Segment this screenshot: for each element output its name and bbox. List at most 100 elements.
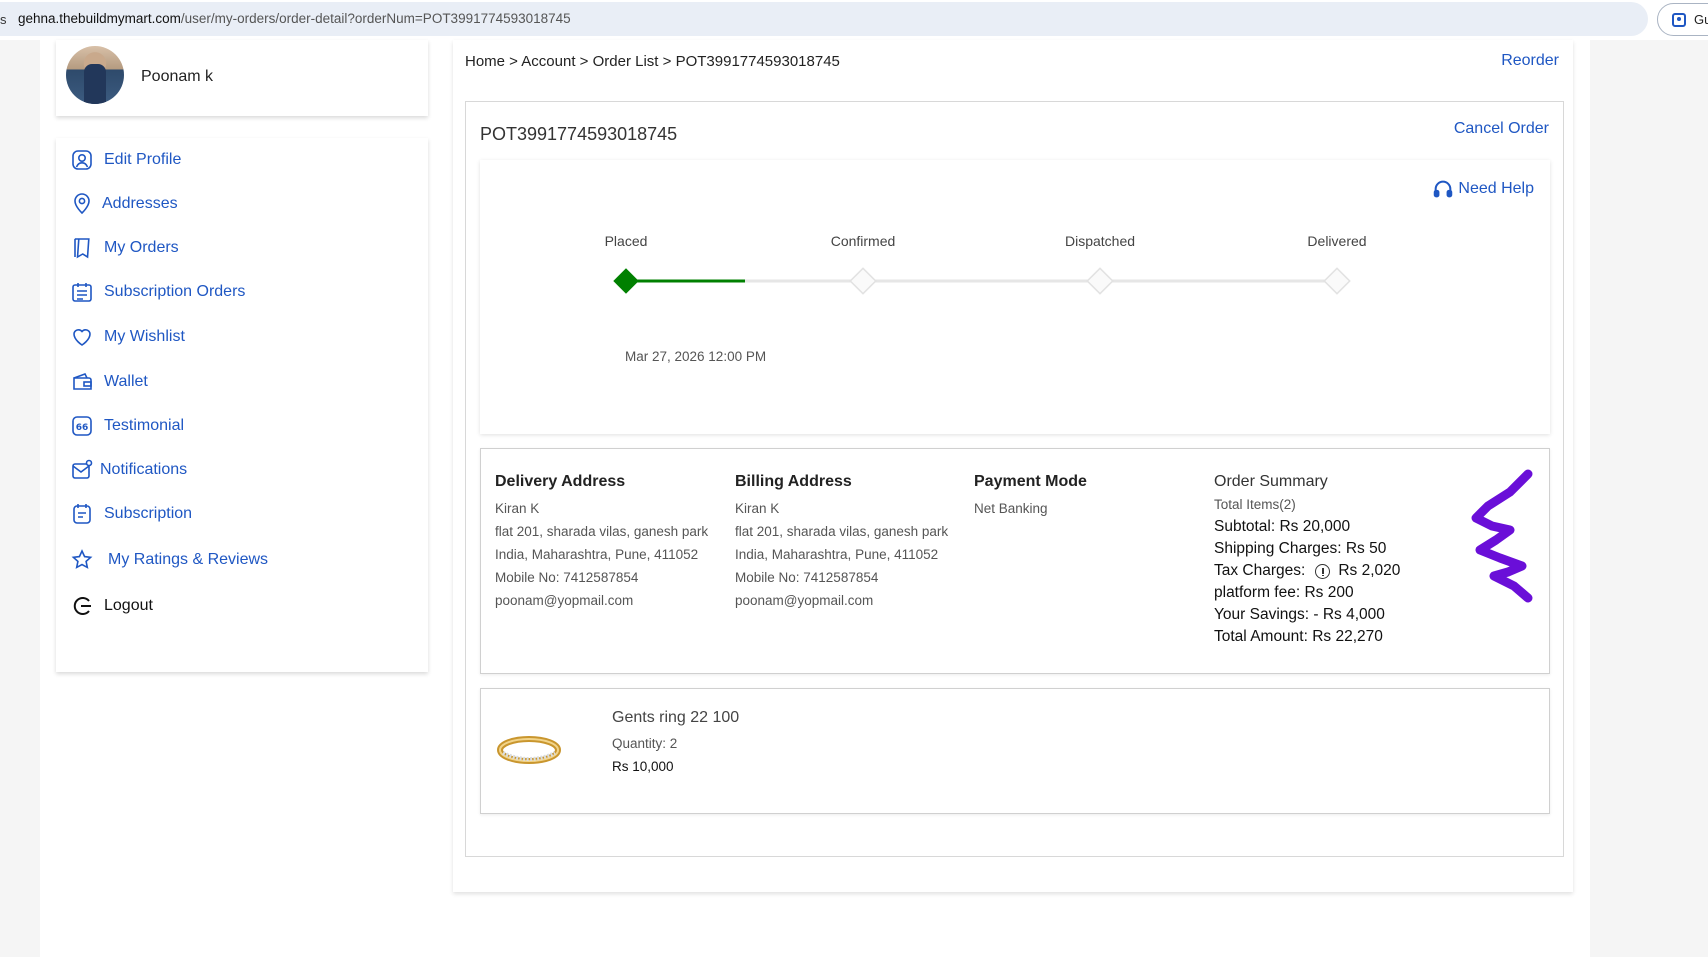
annotation-scribble (1471, 469, 1533, 603)
avatar (66, 46, 124, 104)
calendar-list-icon (72, 283, 92, 302)
quote-icon: 66 (72, 416, 92, 436)
guest-profile-icon (1672, 13, 1686, 27)
sidebar-item-label: Subscription (104, 505, 193, 522)
browser-toolbar: s gehna.thebuildmymart.com/user/my-order… (0, 0, 1708, 40)
order-progress-track (613, 267, 1351, 295)
total-items: Total Items(2) (1214, 497, 1296, 512)
tax-charges-value: Rs 2,020 (1338, 562, 1401, 579)
sidebar-item-label: My Ratings & Reviews (108, 551, 269, 568)
sidebar-item-label: Wallet (104, 373, 148, 390)
order-box: POT3991774593018745 Cancel Order Need He… (465, 101, 1564, 857)
profile-chip[interactable]: Gu (1657, 3, 1708, 36)
sidebar-item-label: My Wishlist (104, 328, 185, 345)
svg-text:66: 66 (76, 423, 89, 433)
product-item-card: Gents ring 22 100 Quantity: 2 Rs 10,000 (480, 688, 1550, 814)
sidebar-item-my-orders[interactable]: My Orders (70, 236, 179, 260)
sidebar-item-subscription-orders[interactable]: Subscription Orders (70, 280, 245, 304)
subtotal: Subtotal: Rs 20,000 (1214, 518, 1351, 535)
order-detail-panel: Home > Account > Order List > POT3991774… (453, 40, 1573, 892)
sidebar-item-testimonial[interactable]: 66 Testimonial (70, 414, 184, 438)
profile-name: Poonam k (141, 68, 214, 85)
delivery-name: Kiran K (495, 501, 540, 516)
payment-mode-title: Payment Mode (974, 473, 1087, 490)
step-marker-confirmed (849, 267, 877, 295)
ring-product-image[interactable] (497, 733, 561, 767)
delivery-email: poonam@yopmail.com (495, 593, 634, 608)
breadcrumb-account[interactable]: Account (521, 53, 575, 70)
delivery-region: India, Maharashtra, Pune, 411052 (495, 547, 699, 562)
payment-mode: Payment Mode Net Banking (974, 473, 1087, 520)
billing-email: poonam@yopmail.com (735, 593, 874, 608)
tax-charges-row: Tax Charges: Rs 2,020 (1214, 560, 1400, 582)
breadcrumb-separator: > (658, 53, 676, 70)
sidebar-item-label: Subscription Orders (104, 283, 246, 300)
star-icon (71, 549, 93, 569)
billing-name: Kiran K (735, 501, 780, 516)
sidebar-item-addresses[interactable]: Addresses (70, 192, 178, 216)
cancel-order-button[interactable]: Cancel Order (1454, 120, 1549, 138)
order-tracking-card: Need Help Placed Confirmed Dispatched De… (480, 160, 1550, 434)
sidebar-item-label: Addresses (102, 195, 178, 212)
step-marker-delivered (1323, 267, 1351, 295)
sidebar-item-notifications[interactable]: Notifications (70, 458, 187, 482)
wallet-icon (73, 373, 92, 390)
sidebar-item-edit-profile[interactable]: Edit Profile (70, 148, 181, 172)
delivery-address-title: Delivery Address (495, 473, 626, 490)
order-info-card: Delivery Address Kiran K flat 201, shara… (480, 448, 1550, 674)
user-icon (72, 150, 92, 170)
delivery-address: Delivery Address Kiran K flat 201, shara… (495, 473, 708, 612)
order-summary: Order Summary Total Items(2) Subtotal: R… (1214, 473, 1400, 648)
sidebar-item-label: Notifications (100, 461, 188, 478)
sidebar-item-subscription[interactable]: Subscription (70, 502, 192, 526)
sidebar-item-my-wishlist[interactable]: My Wishlist (70, 325, 185, 349)
delivery-street: flat 201, sharada vilas, ganesh park (495, 524, 709, 539)
order-id: POT3991774593018745 (480, 124, 678, 144)
location-pin-icon (74, 193, 90, 215)
breadcrumb-separator: > (505, 53, 522, 70)
breadcrumb: Home > Account > Order List > POT3991774… (465, 53, 840, 70)
reorder-button[interactable]: Reorder (1501, 52, 1559, 70)
product-quantity: Quantity: 2 (612, 736, 678, 751)
info-icon[interactable] (1315, 563, 1331, 579)
product-price: Rs 10,000 (612, 759, 674, 774)
breadcrumb-home[interactable]: Home (465, 53, 505, 70)
payment-mode-value: Net Banking (974, 501, 1048, 516)
profile-card: Poonam k (56, 40, 428, 116)
product-name[interactable]: Gents ring 22 100 (612, 709, 739, 727)
heart-icon (73, 329, 91, 346)
placed-date: Mar 27, 2026 12:00 PM (625, 349, 767, 364)
sidebar-item-logout[interactable]: Logout (70, 594, 153, 618)
shipping-charges: Shipping Charges: Rs 50 (1214, 540, 1387, 557)
breadcrumb-separator: > (575, 53, 593, 70)
billing-address-title: Billing Address (735, 473, 852, 490)
logout-icon (73, 597, 91, 615)
billing-mobile: Mobile No: 7412587854 (735, 570, 879, 585)
order-summary-title: Order Summary (1214, 473, 1328, 490)
mail-notification-icon (72, 459, 93, 479)
platform-fee: platform fee: Rs 200 (1214, 584, 1354, 601)
breadcrumb-order-list[interactable]: Order List (593, 53, 659, 70)
billing-address: Billing Address Kiran K flat 201, sharad… (735, 473, 948, 612)
bookmark-icon (74, 238, 90, 259)
sidebar-item-label: Logout (104, 597, 153, 614)
url-left-glyph: s (0, 12, 7, 27)
sidebar-item-label: Testimonial (104, 417, 185, 434)
sidebar-item-label: My Orders (104, 239, 179, 256)
delivery-mobile: Mobile No: 7412587854 (495, 570, 639, 585)
total-amount: Total Amount: Rs 22,270 (1214, 628, 1383, 645)
your-savings: Your Savings: - Rs 4,000 (1214, 606, 1385, 623)
tax-charges-label: Tax Charges: (1214, 562, 1306, 579)
sidebar-item-wallet[interactable]: Wallet (70, 370, 148, 394)
url-host: gehna.thebuildmymart.com (18, 11, 181, 26)
account-sidebar-menu: Edit Profile Addresses My Orders Subscri… (56, 138, 428, 672)
url-text[interactable]: gehna.thebuildmymart.com/user/my-orders/… (18, 11, 571, 26)
sidebar-item-label: Edit Profile (104, 151, 182, 168)
profile-chip-label: Gu (1694, 12, 1708, 27)
billing-region: India, Maharashtra, Pune, 411052 (735, 547, 939, 562)
url-path: /user/my-orders/order-detail?orderNum=PO… (180, 11, 571, 26)
sidebar-item-my-ratings-reviews[interactable]: My Ratings & Reviews (70, 548, 268, 572)
step-marker-placed (613, 268, 639, 294)
subscription-icon (73, 504, 91, 524)
billing-street: flat 201, sharada vilas, ganesh park (735, 524, 949, 539)
